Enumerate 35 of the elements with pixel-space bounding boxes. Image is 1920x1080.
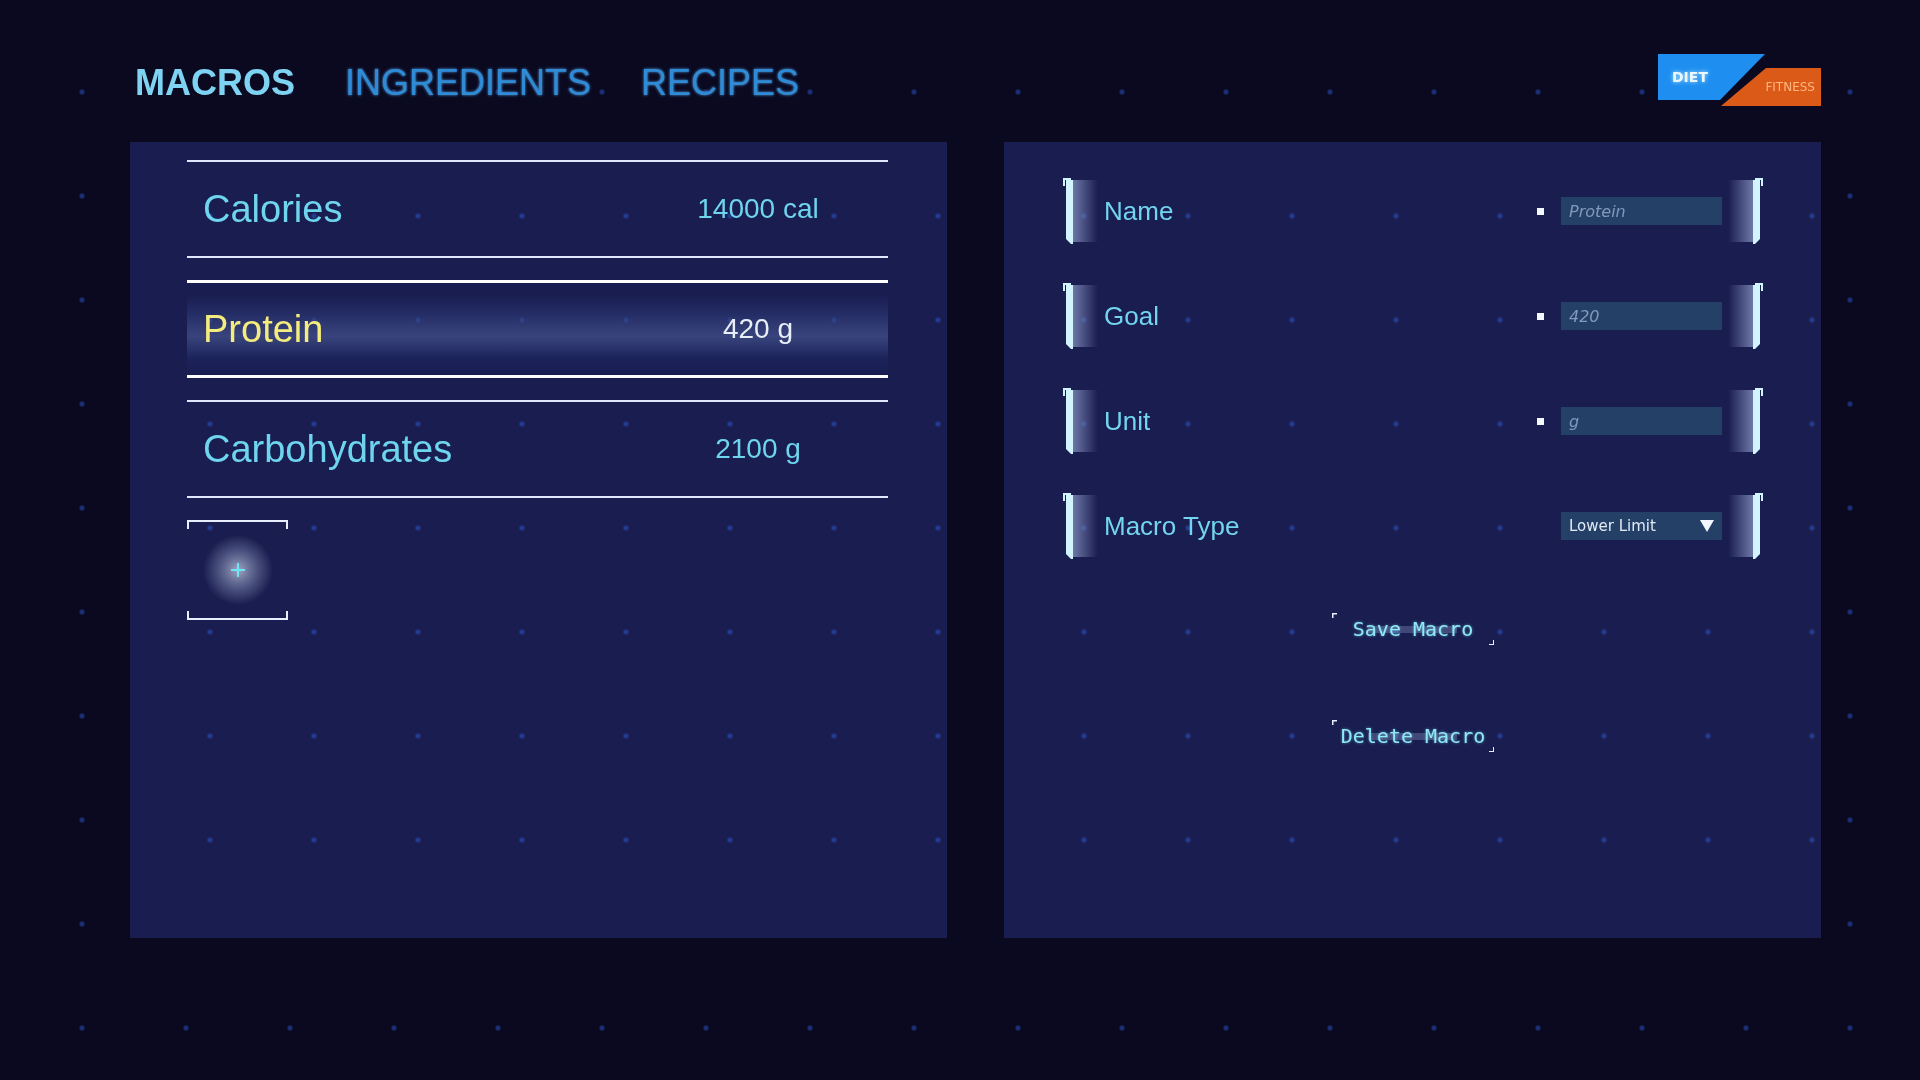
caret-icon bbox=[1700, 520, 1714, 532]
bracket-icon bbox=[1728, 283, 1763, 349]
list-item[interactable]: Carbohydrates 2100 g bbox=[187, 400, 888, 498]
macro-name: Carbohydrates bbox=[203, 427, 453, 472]
input-field[interactable]: Protein bbox=[1561, 197, 1722, 225]
input-field[interactable]: g bbox=[1561, 407, 1722, 435]
bracket-icon bbox=[1063, 388, 1098, 454]
field-label: Macro Type bbox=[1104, 510, 1240, 542]
bullet-icon bbox=[1537, 207, 1544, 215]
bullet-icon bbox=[1537, 417, 1544, 425]
macro-name: Calories bbox=[203, 187, 343, 232]
plus-icon bbox=[202, 535, 273, 605]
bracket-icon bbox=[1063, 178, 1098, 244]
bracket-icon bbox=[1728, 178, 1763, 244]
macro-name: Protein bbox=[203, 307, 324, 352]
dropdown[interactable]: Lower Limit bbox=[1561, 512, 1722, 540]
bullet-icon bbox=[1537, 312, 1544, 320]
field-label: Goal bbox=[1104, 300, 1159, 332]
macro-amount: 14000 cal bbox=[697, 192, 819, 226]
input-field[interactable]: 420 bbox=[1561, 302, 1722, 330]
tab[interactable]: RECIPES bbox=[641, 61, 800, 105]
list-item[interactable]: Protein 420 g bbox=[187, 280, 888, 378]
tab[interactable]: MACROS bbox=[135, 61, 295, 105]
field-label: Unit bbox=[1104, 405, 1151, 437]
action-button[interactable]: Save Macro bbox=[1332, 613, 1494, 645]
macro-amount: 420 g bbox=[722, 312, 794, 346]
tab[interactable]: INGREDIENTS bbox=[345, 61, 592, 105]
bracket-icon bbox=[1063, 283, 1098, 349]
field-label: Name bbox=[1104, 195, 1174, 227]
bracket-icon bbox=[1728, 493, 1763, 559]
action-button[interactable]: Delete Macro bbox=[1332, 720, 1494, 752]
bracket-icon bbox=[1728, 388, 1763, 454]
bracket-icon bbox=[1063, 493, 1098, 559]
list-item[interactable]: Calories 14000 cal bbox=[187, 160, 888, 258]
macro-amount: 2100 g bbox=[715, 432, 801, 466]
